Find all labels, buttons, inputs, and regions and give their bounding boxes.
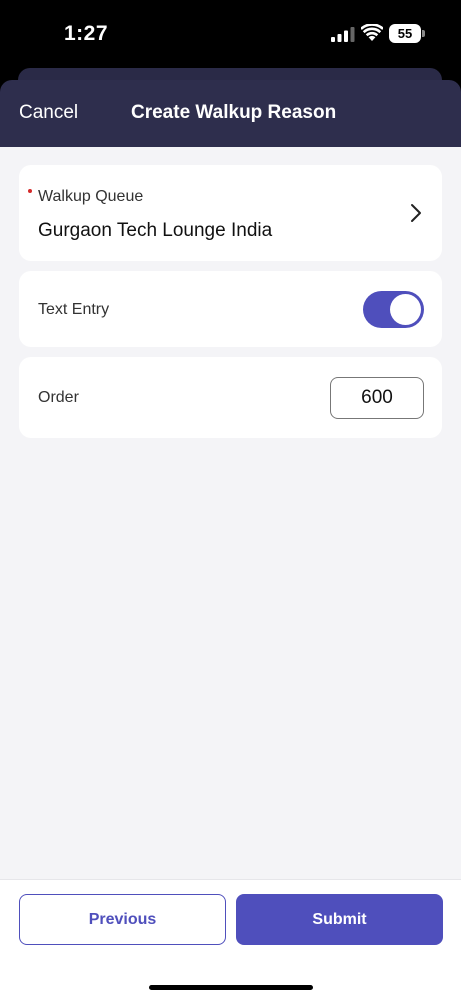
cancel-button[interactable]: Cancel: [19, 102, 78, 124]
walkup-queue-selector[interactable]: Walkup Queue Gurgaon Tech Lounge India: [19, 165, 442, 261]
status-bar: 1:27 55: [0, 0, 461, 70]
signal-icon: [331, 27, 355, 42]
chevron-right-icon: [411, 204, 421, 222]
battery-level: 55: [389, 24, 421, 43]
submit-button[interactable]: Submit: [236, 894, 443, 945]
walkup-queue-label: Walkup Queue: [38, 188, 144, 205]
home-indicator[interactable]: [149, 985, 313, 990]
form-content: Walkup Queue Gurgaon Tech Lounge India T…: [0, 147, 461, 879]
required-indicator: [28, 189, 32, 193]
status-time: 1:27: [64, 22, 109, 45]
footer-actions: Previous Submit: [0, 879, 461, 999]
battery-cap: [422, 30, 425, 37]
order-input[interactable]: [330, 377, 424, 419]
toggle-knob: [390, 294, 421, 325]
previous-button[interactable]: Previous: [19, 894, 226, 945]
text-entry-row: Text Entry: [19, 271, 442, 347]
text-entry-label: Text Entry: [38, 301, 110, 318]
page-title: Create Walkup Reason: [131, 102, 337, 123]
walkup-queue-value: Gurgaon Tech Lounge India: [38, 220, 273, 241]
text-entry-toggle[interactable]: [363, 291, 424, 328]
order-row: Order: [19, 357, 442, 438]
nav-bar: Cancel Create Walkup Reason: [0, 80, 461, 147]
order-label: Order: [38, 389, 79, 406]
battery-icon: 55: [389, 24, 425, 43]
wifi-icon: [361, 24, 383, 41]
